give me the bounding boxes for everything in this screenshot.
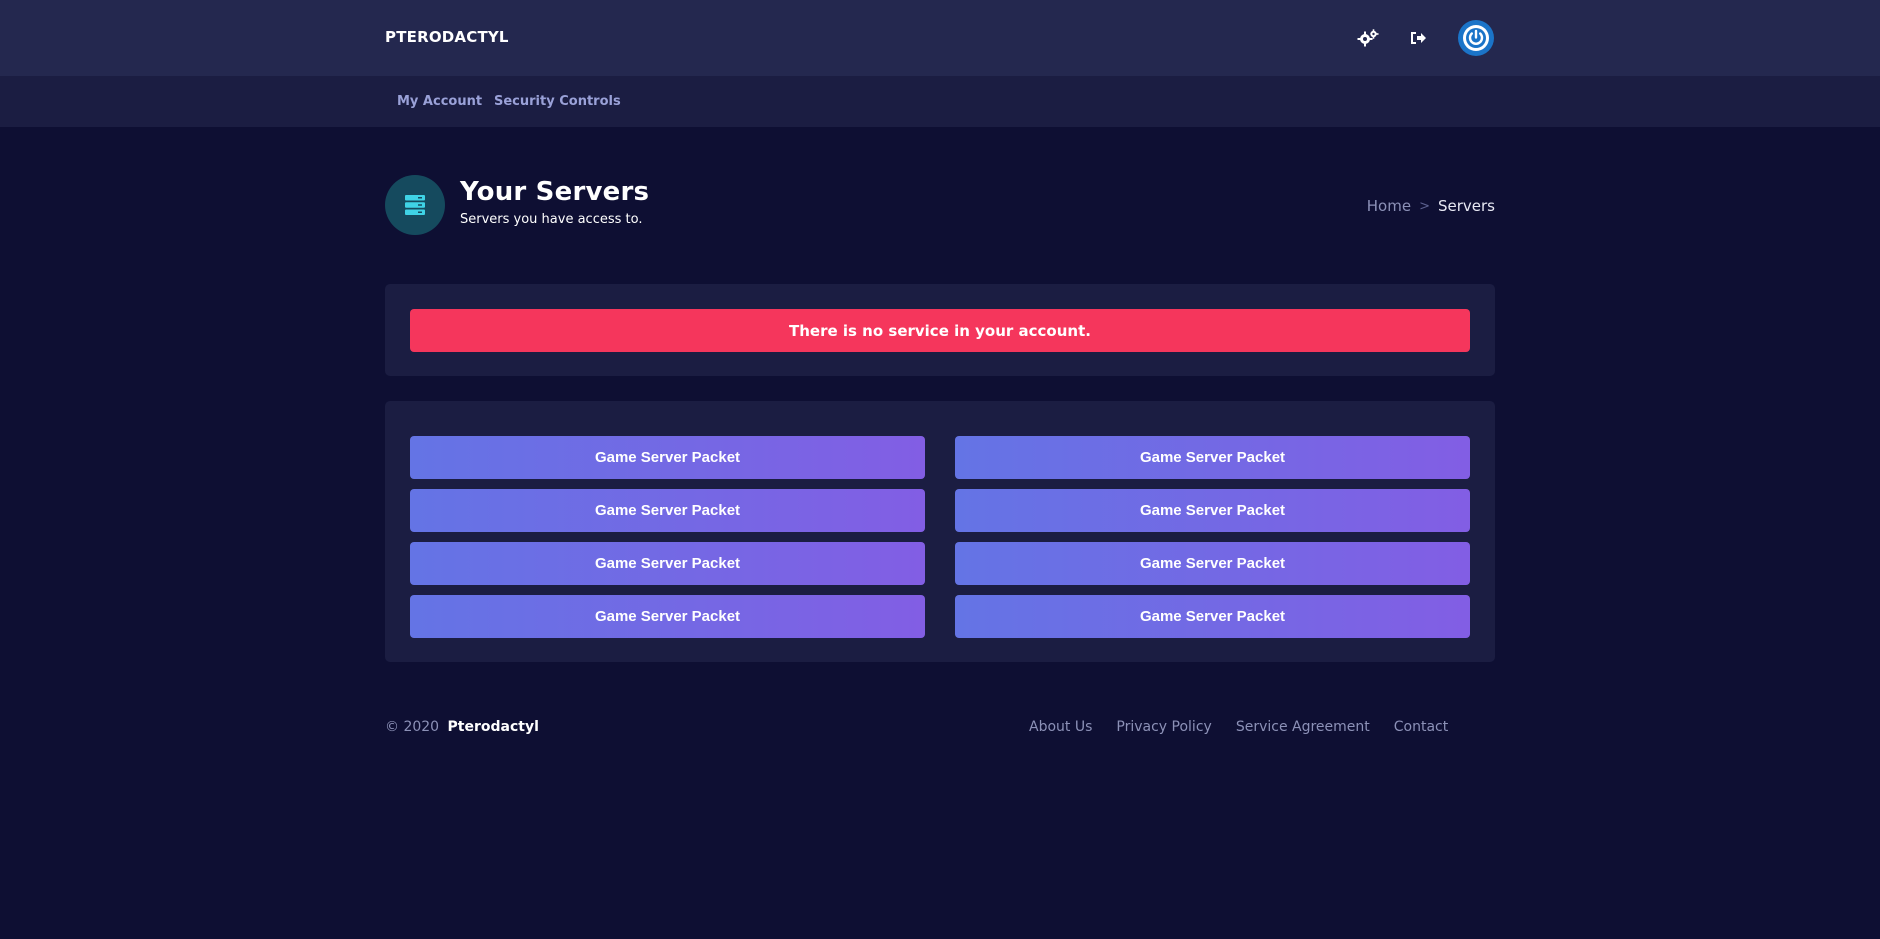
page-subtitle: Servers you have access to.: [460, 212, 643, 227]
server-icon-svg: [405, 195, 425, 215]
copyright-text: © 2020: [385, 719, 440, 735]
footer-link-contact[interactable]: Contact: [1394, 719, 1448, 735]
nav-my-account[interactable]: My Account: [397, 94, 482, 109]
sign-out-icon[interactable]: [1406, 26, 1430, 50]
footer-links: About Us Privacy Policy Service Agreemen…: [1029, 719, 1448, 735]
breadcrumb: Home > Servers: [1367, 197, 1495, 215]
breadcrumb-current: Servers: [1437, 197, 1495, 215]
brand-logo-text[interactable]: PTERODACTYL: [385, 28, 509, 46]
alert-card: There is no service in your account.: [385, 284, 1495, 376]
footer-link-privacy-policy[interactable]: Privacy Policy: [1116, 719, 1211, 735]
footer-link-about-us[interactable]: About Us: [1029, 719, 1092, 735]
top-navbar: PTERODACTYL: [0, 0, 1880, 76]
gears-icon[interactable]: [1356, 26, 1380, 50]
sign-out-icon-svg: [1411, 32, 1426, 44]
server-icon: [385, 175, 445, 235]
nav-security-controls[interactable]: Security Controls: [494, 94, 621, 109]
footer-copyright: © 2020 Pterodactyl: [385, 719, 539, 735]
game-server-packet-button[interactable]: Game Server Packet: [410, 542, 925, 585]
game-server-packet-button[interactable]: Game Server Packet: [410, 489, 925, 532]
breadcrumb-separator: >: [1419, 198, 1430, 214]
sub-navbar: My Account Security Controls: [0, 76, 1880, 127]
game-server-packet-button[interactable]: Game Server Packet: [955, 542, 1470, 585]
page-title: Your Servers: [460, 177, 650, 207]
game-server-packet-button[interactable]: Game Server Packet: [410, 436, 925, 479]
game-server-packet-button[interactable]: Game Server Packet: [955, 436, 1470, 479]
game-server-packet-button[interactable]: Game Server Packet: [955, 489, 1470, 532]
power-icon: [1463, 25, 1489, 51]
game-server-packet-button[interactable]: Game Server Packet: [410, 595, 925, 638]
footer-brand-link[interactable]: Pterodactyl: [448, 719, 539, 735]
packets-card: Game Server Packet Game Server Packet Ga…: [385, 401, 1495, 662]
game-server-packet-button[interactable]: Game Server Packet: [955, 595, 1470, 638]
no-service-alert: There is no service in your account.: [410, 309, 1470, 352]
user-avatar[interactable]: [1458, 20, 1494, 56]
gears-icon-svg: [1357, 29, 1379, 47]
breadcrumb-home[interactable]: Home: [1367, 197, 1411, 215]
footer-link-service-agreement[interactable]: Service Agreement: [1236, 719, 1370, 735]
